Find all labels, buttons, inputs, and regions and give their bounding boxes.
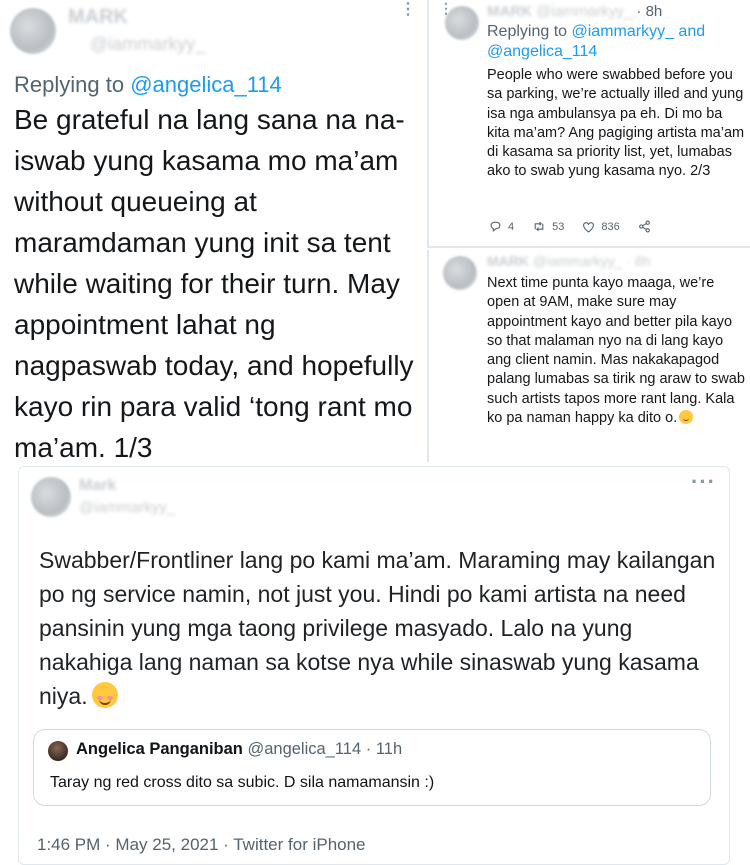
tweet-timestamp[interactable]: 1:46 PM · May 25, 2021 · Twitter for iPh… <box>37 835 366 855</box>
author-handle[interactable]: @iammarkyy_ <box>533 253 623 269</box>
avatar[interactable] <box>31 477 71 517</box>
reply-button[interactable]: 4 <box>489 220 514 233</box>
replying-to: Replying to @angelica_114 <box>14 72 282 98</box>
tweet-time[interactable]: · 8h <box>626 253 650 269</box>
replying-to-label: Replying to <box>487 23 572 40</box>
author-handle[interactable]: @iammarkyy_ <box>79 499 175 516</box>
quoted-avatar[interactable] <box>48 741 68 761</box>
quoted-text: Taray ng red cross dito sa subic. D sila… <box>50 774 435 791</box>
tweet-main: Mark @iammarkyy_ ··· Swabber/Frontliner … <box>18 466 730 865</box>
author-handle[interactable]: @iammarkyy_ <box>536 3 632 20</box>
author-name[interactable]: MARK <box>68 6 128 29</box>
tweet-text: Be grateful na lang sana na na-iswab yun… <box>14 104 414 462</box>
more-dots-icon[interactable]: ⋮ <box>439 1 454 15</box>
quoted-author-line: Angelica Panganiban @angelica_114 · 11h <box>76 740 402 759</box>
avatar[interactable] <box>443 256 477 290</box>
tweet-reply-3: MARK @iammarkyy_ · 8h Next time punta ka… <box>427 250 750 462</box>
tweet-time[interactable]: · 8h <box>636 3 662 20</box>
like-count: 836 <box>601 220 620 233</box>
replying-to-label: Replying to <box>14 72 131 97</box>
tweet-text-content: Next time punta kayo maaga, we’re open a… <box>487 275 745 427</box>
quoted-author-name[interactable]: Angelica Panganiban <box>76 740 243 758</box>
avatar[interactable] <box>10 8 56 54</box>
tweet-text: People who were swabbed before you sa pa… <box>487 67 745 180</box>
retweet-icon <box>534 221 544 232</box>
quoted-time[interactable]: · 11h <box>366 740 402 758</box>
author-name[interactable]: MARK <box>487 3 532 20</box>
retweet-button[interactable]: 53 <box>532 220 564 233</box>
tweet-reply-1: MARK @iammarkyy_ ⋮ Replying to @angelica… <box>0 0 425 462</box>
quoted-author-handle[interactable]: @angelica_114 <box>247 740 361 758</box>
smiling-face-emoji <box>679 410 694 425</box>
replying-to: Replying to @iammarkyy_ and @angelica_11… <box>487 22 737 62</box>
smiling-face-emoji <box>91 682 118 708</box>
author-line: MARK @iammarkyy_ · 8h <box>487 3 662 20</box>
heart-icon <box>583 221 595 233</box>
share-button[interactable] <box>638 220 651 233</box>
more-dots-icon[interactable]: ··· <box>691 469 716 495</box>
share-icon <box>638 220 650 233</box>
author-handle[interactable]: @iammarkyy_ <box>90 34 205 55</box>
author-name[interactable]: Mark <box>79 477 116 495</box>
quoted-tweet[interactable]: Angelica Panganiban @angelica_114 · 11h … <box>33 729 711 806</box>
mention-link[interactable]: @angelica_114 <box>130 72 282 97</box>
more-dots-icon[interactable]: ⋮ <box>400 2 417 18</box>
reply-icon <box>490 221 501 232</box>
tweet-text-content: Swabber/Frontliner lang po kami ma’am. M… <box>39 547 716 709</box>
author-name[interactable]: MARK <box>487 253 529 269</box>
retweet-count: 53 <box>552 220 565 233</box>
reply-count: 4 <box>508 220 515 233</box>
mention-link[interactable]: @iammarkyy_ and <box>572 23 706 40</box>
like-button[interactable]: 836 <box>582 220 620 233</box>
author-line: MARK @iammarkyy_ · 8h <box>487 253 651 269</box>
tweet-actions: 4 53 836 <box>489 220 739 233</box>
tweet-text: Swabber/Frontliner lang po kami ma’am. M… <box>39 543 719 713</box>
tweet-text: Next time punta kayo maaga, we’re open a… <box>487 274 749 428</box>
tweet-reply-2: MARK @iammarkyy_ · 8h ⋮ Replying to @iam… <box>427 0 750 248</box>
mention-link[interactable]: @angelica_114 <box>487 43 597 60</box>
